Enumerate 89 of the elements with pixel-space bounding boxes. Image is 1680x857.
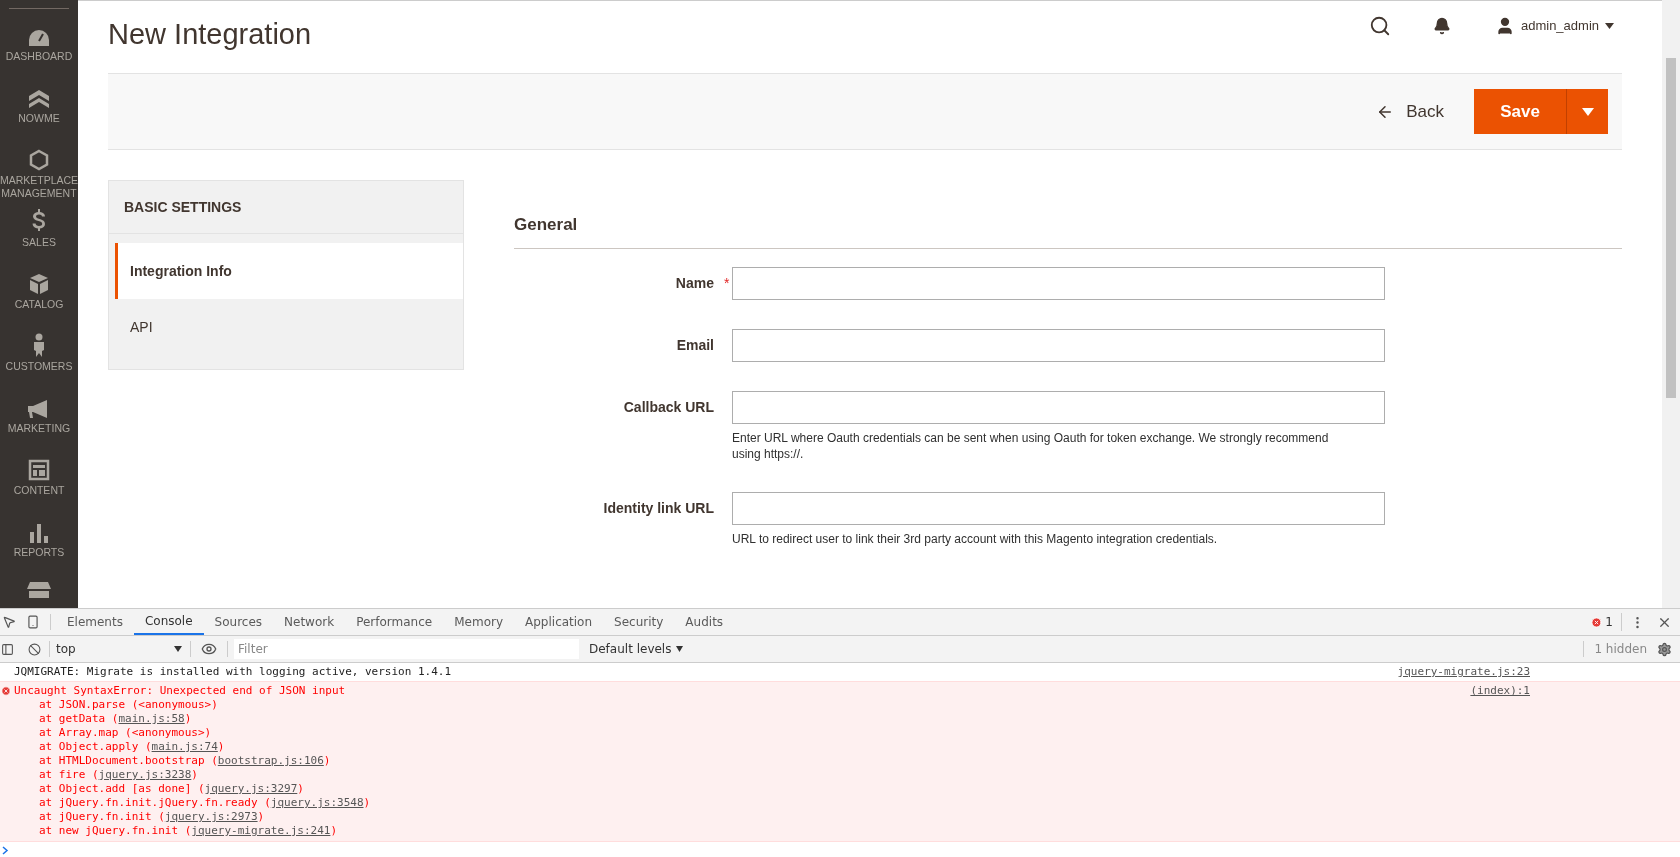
page-title: New Integration: [108, 17, 312, 52]
sidebar-item[interactable]: MARKETPLACE MANAGEMENT: [0, 147, 78, 209]
hexagon-icon: [29, 149, 49, 171]
devtools-tab[interactable]: Audits: [674, 609, 735, 635]
notifications-icon[interactable]: [1432, 17, 1451, 35]
field-label: Email: [676, 335, 714, 355]
back-button[interactable]: Back: [1376, 98, 1444, 125]
sidebar-item[interactable]: CONTENT: [0, 457, 78, 519]
devtools-tab[interactable]: Application: [514, 609, 604, 635]
stack-line: at jQuery.fn.init.jQuery.fn.ready (jquery.js:3548): [38, 796, 372, 810]
devtools-tab[interactable]: Elements: [56, 609, 134, 635]
sidebar-item[interactable]: REPORTS: [0, 519, 78, 581]
stack-line: at jQuery.fn.init (jquery.js:2973): [38, 810, 266, 824]
search-icon[interactable]: [1368, 15, 1391, 37]
store-icon[interactable]: [27, 582, 51, 598]
settings-tab[interactable]: Integration Info: [115, 243, 463, 299]
text-field[interactable]: [732, 491, 1385, 525]
user-menu[interactable]: admin_admin: [1494, 16, 1614, 36]
caret-icon: [1605, 23, 1614, 29]
sidebar-item[interactable]: MARKETING: [0, 395, 78, 457]
source-link[interactable]: main.js:74: [151, 740, 218, 753]
error-icon: [1591, 616, 1603, 628]
layout-icon: [28, 459, 50, 481]
settings-icon[interactable]: [1657, 641, 1672, 657]
sidebar-item[interactable]: DASHBOARD: [0, 23, 78, 85]
source-link[interactable]: main.js:58: [118, 712, 185, 725]
person-icon: [32, 333, 46, 357]
error-counter[interactable]: 1: [1591, 613, 1622, 631]
chevrons-up-icon: [28, 89, 50, 109]
bar-chart-icon: [29, 523, 49, 543]
devtools-tab[interactable]: Security: [603, 609, 675, 635]
source-link[interactable]: (index):1: [1470, 684, 1530, 698]
source-link[interactable]: jquery.js:3548: [270, 796, 364, 809]
error-icon: [1, 686, 11, 696]
hidden-count: 1 hidden: [1594, 641, 1647, 658]
sidebar-item[interactable]: SALES: [0, 209, 78, 271]
caret-icon: [676, 646, 684, 652]
section-heading: General: [514, 212, 1622, 249]
settings-tab[interactable]: API: [115, 299, 463, 355]
panel-title: BASIC SETTINGS: [109, 181, 463, 234]
field-label: Identity link URL: [603, 498, 714, 518]
stack-line: at fire (jquery.js:3238): [38, 768, 199, 782]
scrollbar[interactable]: [1662, 0, 1680, 608]
source-link[interactable]: jquery.js:3238: [98, 768, 192, 781]
source-link[interactable]: jquery.js:3297: [204, 782, 298, 795]
field-label: Name: [675, 273, 714, 293]
stack-line: at Object.add [as done] (jquery.js:3297): [38, 782, 305, 796]
text-field[interactable]: [732, 328, 1385, 362]
devtools-tab[interactable]: Sources: [203, 609, 274, 635]
stack-line: at Array.map (<anonymous>): [38, 726, 213, 740]
field-note: URL to redirect user to link their 3rd party account with this Magento integration credentials.: [732, 530, 1219, 547]
error-text: Uncaught SyntaxError: Unexpected end of JSON input: [14, 684, 347, 698]
save-button[interactable]: Save: [1474, 89, 1566, 134]
log-message: JQMIGRATE: Migrate is installed with logging active, version 1.4.1: [14, 665, 452, 679]
source-link[interactable]: jquery.js:2973: [164, 810, 258, 823]
text-field[interactable]: [732, 390, 1385, 424]
stack-line: at new jQuery.fn.init (jquery-migrate.js:241): [38, 824, 339, 838]
speedometer-icon: [28, 29, 50, 47]
prompt-icon[interactable]: [2, 846, 9, 855]
save-options-button[interactable]: [1566, 89, 1608, 134]
stack-line: at JSON.parse (<anonymous>): [38, 698, 219, 712]
sidebar-toggle-icon[interactable]: [1, 642, 14, 656]
levels-dropdown[interactable]: Default levels: [589, 640, 684, 658]
devtools-tab[interactable]: Memory: [443, 609, 514, 635]
stack-line: at getData (main.js:58): [38, 712, 193, 726]
source-link[interactable]: jquery-migrate.js:23: [1397, 665, 1530, 679]
eye-icon[interactable]: [201, 641, 217, 657]
field-note: Enter URL where Oauth credentials can be sent when using Oauth for token exchange. We strongly recommend using https://.: [732, 429, 1330, 462]
box-icon: [29, 273, 49, 295]
filter-field[interactable]: Filter: [234, 639, 579, 659]
inspect-icon[interactable]: [2, 615, 16, 629]
text-field[interactable]: [732, 266, 1385, 300]
device-icon[interactable]: [26, 615, 40, 629]
devtools-tab[interactable]: Network: [273, 609, 346, 635]
sidebar-item[interactable]: CATALOG: [0, 271, 78, 333]
context-select[interactable]: top: [56, 640, 186, 658]
field-label: Callback URL: [623, 397, 714, 417]
clear-icon[interactable]: [28, 642, 41, 656]
stack-line: at Object.apply (main.js:74): [38, 740, 226, 754]
sidebar-item[interactable]: NOWME: [0, 85, 78, 147]
sidebar-item[interactable]: CUSTOMERS: [0, 333, 78, 395]
caret-icon: [1581, 107, 1594, 116]
source-link[interactable]: jquery-migrate.js:241: [191, 824, 331, 837]
required-marker: *: [724, 273, 731, 293]
stack-line: at HTMLDocument.bootstrap (bootstrap.js:106): [38, 754, 332, 768]
source-link[interactable]: bootstrap.js:106: [217, 754, 324, 767]
caret-icon: [174, 646, 182, 652]
devtools-tab[interactable]: Performance: [345, 609, 444, 635]
dollar-icon: [31, 209, 47, 233]
